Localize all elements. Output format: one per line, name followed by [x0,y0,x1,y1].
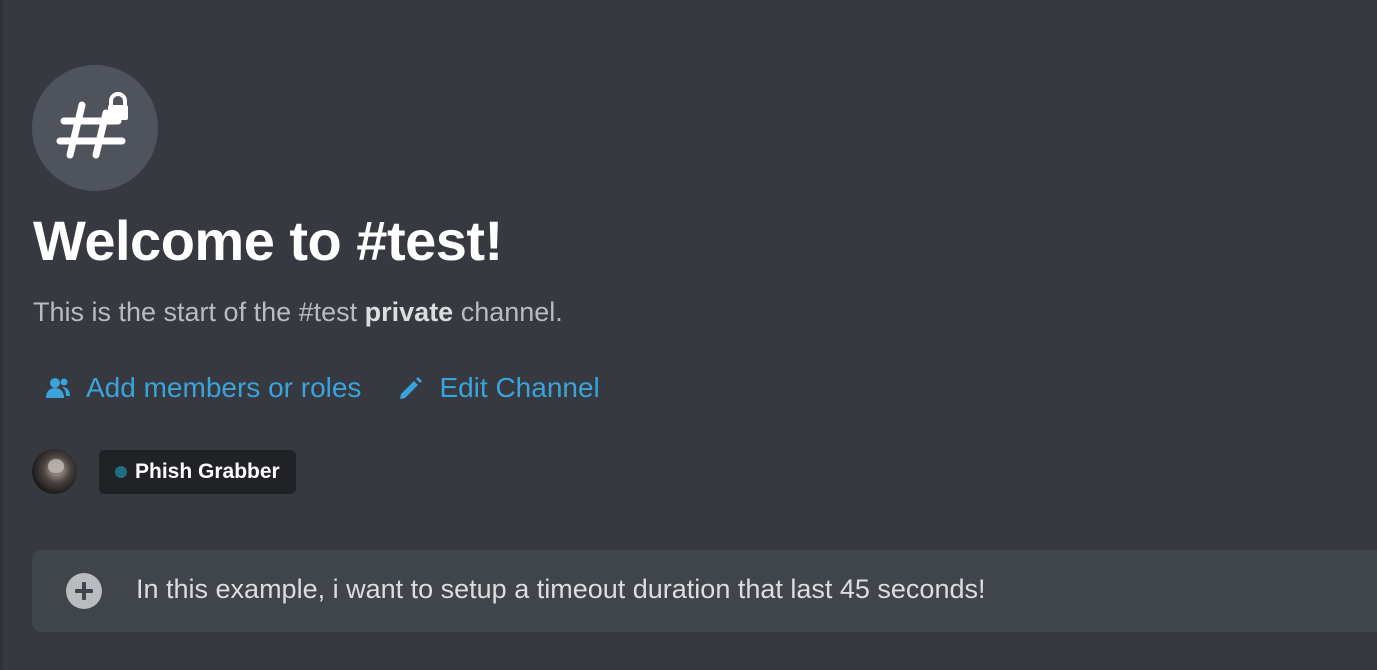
role-color-dot [115,465,127,478]
avatar[interactable] [32,449,77,494]
description-prefix: This is the start of the #test [33,297,365,327]
edit-channel-button[interactable]: Edit Channel [397,372,600,404]
add-members-icon [44,374,72,402]
message-composer: In this example, i want to setup a timeo… [32,550,1377,632]
chat-view: Welcome to #test! This is the start of t… [0,0,1377,670]
member-chip[interactable]: Phish Grabber [99,449,296,494]
member-row: Phish Grabber [32,449,296,494]
message-input[interactable]: In this example, i want to setup a timeo… [136,574,986,605]
edit-channel-label: Edit Channel [439,372,600,403]
pencil-icon [397,374,425,402]
page-title: Welcome to #test! [33,209,503,272]
add-members-label: Add members or roles [86,372,362,403]
channel-actions: Add members or roles Edit Channel [44,372,600,404]
plus-circle-icon[interactable] [66,573,102,609]
description-private: private [364,297,454,327]
description-suffix: channel. [453,297,563,327]
member-name: Phish Grabber [135,459,280,483]
channel-description: This is the start of the #test private c… [33,297,563,328]
hashtag-lock-icon [32,65,158,191]
add-members-button[interactable]: Add members or roles [44,372,361,404]
sidebar-edge [0,0,3,670]
